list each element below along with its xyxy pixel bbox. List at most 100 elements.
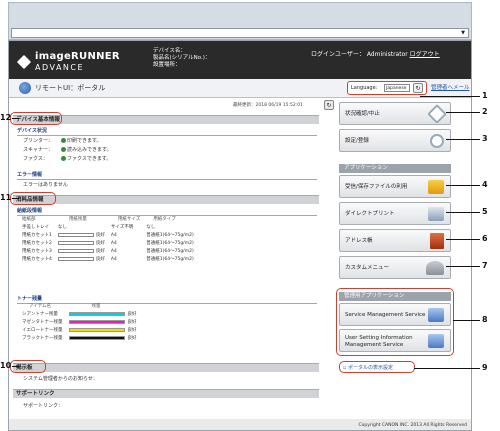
highlight-ring [336, 288, 454, 356]
col-header: アイテム名 [29, 304, 52, 309]
paper-level-bar [57, 240, 94, 245]
toner-level-bar [68, 319, 125, 324]
portal-frame: imageRUNNER ADVANCE デバイス名： 製品名(シリアルNo.)：… [8, 40, 472, 431]
device-info: デバイス名： 製品名(シリアルNo.)： 設置場所： [153, 48, 210, 69]
paper-size: A4 [110, 232, 117, 238]
toner-level-bar [68, 327, 125, 332]
callout-number: 5 [482, 207, 488, 216]
callout-line [446, 212, 480, 213]
paper-remain-cell: 良好 [55, 239, 108, 247]
device-name-label: デバイス名： [153, 48, 186, 54]
callout-number: 7 [482, 261, 488, 270]
canon-logo-icon [16, 54, 32, 70]
custom-menu-button[interactable]: カスタムメニュー [339, 256, 451, 279]
section-consumables: 消耗品情報 [13, 195, 319, 204]
error-title: エラー情報 [17, 171, 317, 180]
col-header: 用紙サイズ [117, 217, 141, 222]
paper-type: なし [146, 225, 156, 230]
highlight-ring [339, 361, 415, 373]
device-status-list: プリンター： 印刷できます。 スキャナー： 読み込みできます。 ファクス： ファクスで… [23, 137, 112, 164]
paper-size: A4 [110, 240, 117, 246]
settings-button[interactable]: 設定/登録 [339, 129, 451, 152]
login-info: ログインユーザー： Administrator ログアウト [311, 49, 440, 58]
logo-text: imageRUNNER [35, 51, 120, 62]
address-book-label: アドレス帳 [345, 238, 373, 244]
callout-line [446, 185, 480, 186]
paper-remain: 良好 [95, 241, 105, 246]
toner-level-cell: 良好 [66, 334, 140, 342]
col-header: 用紙タイプ [153, 217, 176, 222]
direct-print-label: ダイレクトプリント [345, 211, 395, 217]
toner-name: シアントナー残量 [22, 312, 58, 317]
custom-menu-label: カスタムメニュー [345, 265, 390, 271]
callout-number: 9 [482, 363, 488, 372]
callout-number: 10 [0, 361, 12, 370]
address-bar[interactable]: ▼ [11, 28, 469, 38]
login-user-label: ログインユーザー： [311, 51, 365, 58]
stored-files-label: 受信/保存ファイルの利用 [345, 184, 408, 190]
callout-line [446, 239, 480, 240]
paper-remain: 良好 [95, 249, 105, 254]
callout-number: 3 [482, 134, 488, 143]
status-monitor-button[interactable]: 状況確認/中止 [339, 102, 451, 125]
callout-number: 2 [482, 107, 488, 116]
toner-level-cell: 良好 [66, 310, 140, 318]
direct-print-button[interactable]: ダイレクトプリント [339, 202, 451, 225]
language-selector: Language: Japanese ↻ [347, 81, 427, 95]
status-monitor-label: 状況確認/中止 [345, 111, 380, 117]
location-label: 設置場所： [153, 62, 181, 68]
last-updated: 最終更新：2018 06/19 15:52:01 [233, 103, 303, 108]
status-monitor-icon [427, 104, 447, 124]
refresh-icon[interactable]: ↻ [324, 100, 334, 110]
user-icon [426, 261, 444, 275]
callout-line [446, 266, 480, 267]
paper-level-bar [57, 256, 94, 261]
login-user: Administrator [366, 51, 408, 58]
status-value: ファクスできます。 [67, 156, 112, 162]
paper-remain: 良好 [95, 257, 105, 262]
paper-size: A4 [110, 248, 117, 254]
toner-state: 良好 [127, 312, 137, 317]
paper-type: 普通紙1(64～75g/m2) [146, 257, 194, 262]
toner-state: 良好 [127, 328, 137, 333]
chevron-down-icon[interactable]: ▼ [459, 29, 467, 37]
paper-remain-cell: 良好 [55, 247, 108, 255]
callout-number: 12 [0, 113, 12, 122]
language-apply-icon[interactable]: ↻ [413, 83, 423, 93]
paper-type: 普通紙1(64～75g/m2) [146, 249, 194, 254]
language-select[interactable]: Japanese [384, 84, 410, 92]
toner-name: イエロートナー残量 [22, 328, 63, 333]
apps-header: アプリケーション [339, 164, 451, 173]
title-bar: リモートUI：ポータル Language: Japanese ↻ 管理者へメール [9, 79, 471, 98]
logout-link[interactable]: ログアウト [410, 51, 440, 58]
folder-icon [428, 180, 444, 194]
admin-mail-link[interactable]: 管理者へメール [431, 83, 470, 91]
callout-line [446, 139, 480, 140]
paper-slot: 用紙カセット4 [22, 257, 52, 262]
callout-line [453, 320, 480, 321]
toner-level-cell: 良好 [66, 326, 140, 334]
stored-files-button[interactable]: 受信/保存ファイルの利用 [339, 175, 451, 198]
callout-line [414, 368, 480, 369]
callout-number: 4 [482, 180, 488, 189]
table-row: 用紙カセット4 良好 A4 普通紙1(64～75g/m2) [19, 255, 197, 263]
message-text: システム管理者からのお知らせ： [23, 376, 98, 382]
footer: Copyright CANON INC. 2013 All Rights Res… [9, 419, 471, 430]
address-book-button[interactable]: アドレス帳 [339, 229, 451, 252]
ok-icon [61, 156, 66, 161]
serial-label: 製品名(シリアルNo.)： [153, 55, 211, 61]
status-value: 読み込みできます。 [67, 147, 112, 153]
table-row: マゼンタトナー残量 良好 [19, 318, 140, 326]
paper-remain: 良好 [95, 233, 105, 238]
status-label: プリンター： [23, 138, 54, 144]
callout-number: 1 [482, 91, 488, 100]
toner-name: マゼンタトナー残量 [22, 320, 63, 325]
col-header: 給紙部 [22, 217, 36, 222]
paper-type: 普通紙1(64～75g/m2) [146, 241, 194, 246]
page-title: リモートUI：ポータル [35, 84, 106, 92]
callout-line [12, 366, 19, 367]
callout-number: 8 [482, 315, 488, 324]
ok-icon [61, 147, 66, 152]
logo-subtext: ADVANCE [35, 63, 85, 72]
toner-level-bar [68, 311, 125, 316]
